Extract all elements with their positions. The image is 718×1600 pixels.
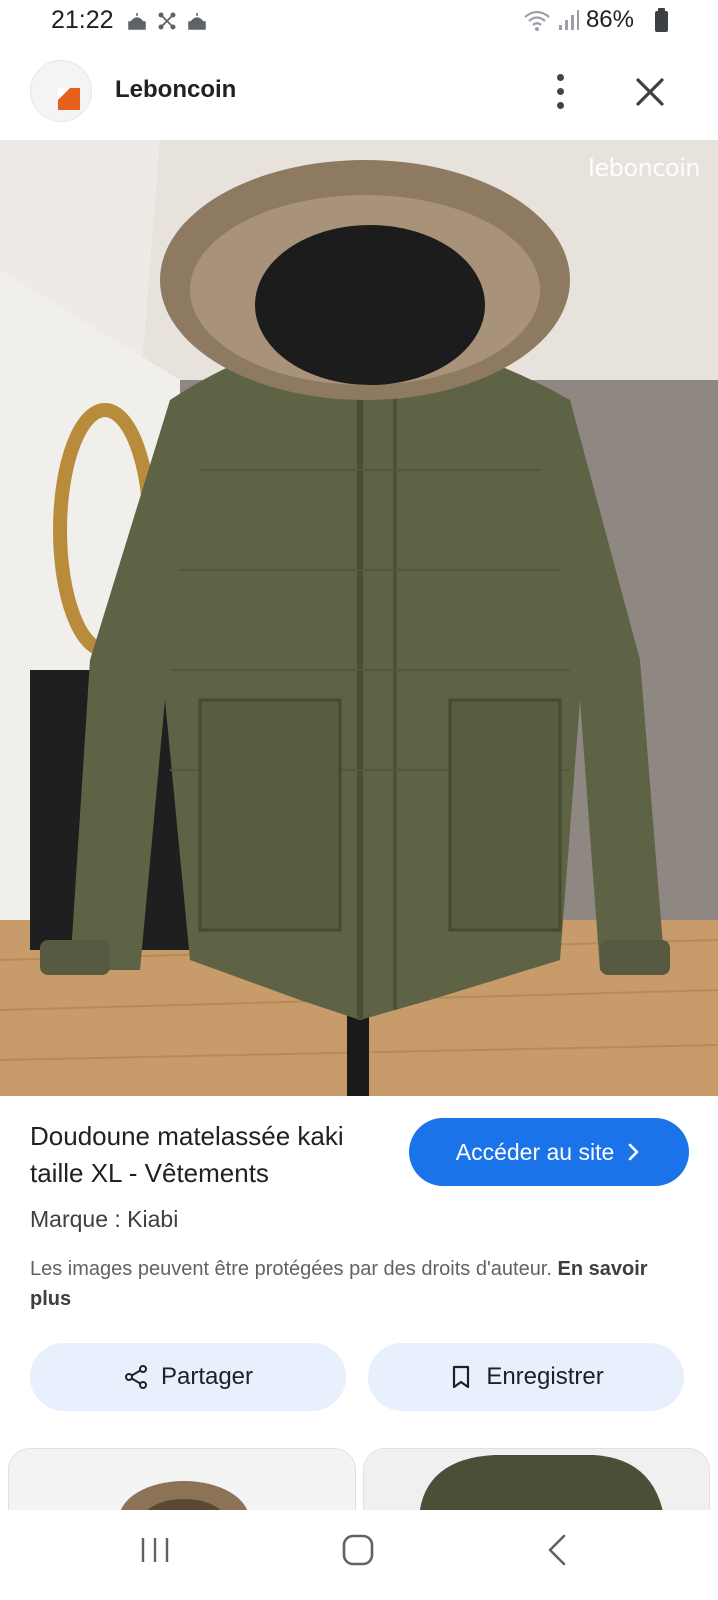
product-image[interactable]: leboncoin <box>0 140 718 1096</box>
status-bar: 21:22 86% <box>0 0 718 44</box>
chevron-right-icon <box>628 1143 639 1161</box>
share-icon <box>124 1365 147 1389</box>
copyright-notice: Les images peuvent être protégées par de… <box>30 1254 670 1314</box>
logo-corner <box>58 88 70 100</box>
visit-site-label: Accéder au site <box>455 1138 615 1165</box>
battery-icon <box>655 8 668 32</box>
visit-site-button[interactable]: Accéder au site <box>409 1118 689 1186</box>
signal-icon <box>558 10 579 30</box>
bookmark-icon <box>453 1365 470 1389</box>
jacket-photo <box>0 140 718 1096</box>
wifi-icon <box>524 10 550 31</box>
save-label: Enregistrer <box>486 1363 604 1390</box>
system-navigation-bar <box>0 1510 718 1600</box>
save-button[interactable]: Enregistrer <box>368 1343 684 1411</box>
share-label: Partager <box>160 1363 254 1390</box>
site-logo[interactable] <box>30 60 92 122</box>
result-title[interactable]: Doudoune matelassée kaki taille XL - Vêt… <box>30 1118 390 1192</box>
share-button[interactable]: Partager <box>30 1343 346 1411</box>
related-image-1-photo <box>9 1449 355 1516</box>
status-time: 21:22 <box>51 6 114 34</box>
copyright-text: Les images peuvent être protégées par de… <box>30 1258 552 1280</box>
status-notification-icons <box>126 10 208 32</box>
battery-percent: 86% <box>585 6 634 33</box>
mosque-icon <box>128 13 146 30</box>
mosque-icon <box>188 13 206 30</box>
site-name[interactable]: Leboncoin <box>115 76 236 104</box>
back-icon[interactable] <box>540 1532 576 1568</box>
image-watermark: leboncoin <box>588 154 700 182</box>
related-image-2-photo <box>364 1449 709 1516</box>
related-image-2[interactable] <box>363 1448 710 1516</box>
related-image-1[interactable] <box>8 1448 356 1516</box>
close-icon[interactable] <box>630 72 670 112</box>
recents-icon[interactable] <box>137 1532 173 1568</box>
home-icon[interactable] <box>340 1532 376 1568</box>
mesh-network-icon <box>158 12 176 30</box>
dot <box>556 87 564 95</box>
status-system-icons: 86% <box>522 6 656 34</box>
dot <box>556 73 564 81</box>
brand-line: Marque : Kiabi <box>30 1206 179 1232</box>
header: Leboncoin <box>0 48 718 140</box>
dot <box>556 101 564 109</box>
more-options-button[interactable] <box>540 68 580 114</box>
